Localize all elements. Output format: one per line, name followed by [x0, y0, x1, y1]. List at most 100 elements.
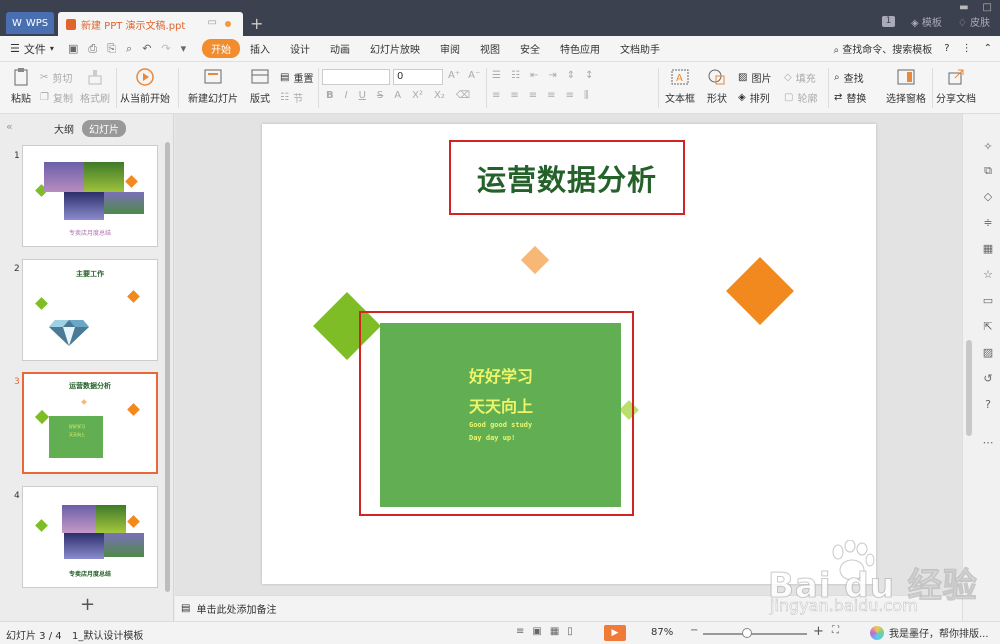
- paste-button[interactable]: 粘贴: [6, 68, 36, 105]
- wps-home-tab[interactable]: W WPS: [6, 12, 54, 34]
- layout-button[interactable]: 版式: [246, 68, 274, 105]
- align-center-icon[interactable]: ≡: [510, 90, 518, 101]
- reading-view-icon[interactable]: ▯: [567, 626, 573, 637]
- cut-button[interactable]: ✂ 剪切: [40, 70, 72, 85]
- copy-button[interactable]: ❐ 复制: [40, 90, 73, 105]
- more-dots-icon[interactable]: ⋯: [981, 436, 995, 450]
- menu-tab-security[interactable]: 安全: [510, 41, 550, 56]
- replace-button[interactable]: ⇄ 替换: [834, 90, 866, 105]
- column-icon[interactable]: ⫼: [584, 90, 589, 101]
- zoom-level[interactable]: 87%: [651, 627, 673, 638]
- numbered-list-icon[interactable]: ☷: [511, 70, 520, 81]
- picture-button[interactable]: ▨ 图片: [738, 70, 771, 85]
- outline-button[interactable]: ▢ 轮廓: [784, 90, 817, 105]
- slide-thumbnail-3[interactable]: 运营数据分析 好好学习 天天向上: [22, 372, 158, 474]
- copy-layer-icon[interactable]: ⧉: [981, 164, 995, 178]
- decrease-font-icon[interactable]: A⁻: [468, 70, 480, 81]
- command-search[interactable]: ⌕ 查找命令、搜索模板: [834, 41, 933, 56]
- star-icon[interactable]: ☆: [981, 268, 995, 282]
- superscript-icon[interactable]: X²: [412, 90, 423, 101]
- maximize-button[interactable]: □: [983, 2, 992, 13]
- font-name-field[interactable]: [322, 69, 390, 85]
- fit-window-icon[interactable]: ⛶: [832, 625, 839, 636]
- zoom-slider[interactable]: [703, 633, 807, 635]
- increase-font-icon[interactable]: A⁺: [448, 70, 460, 81]
- new-slide-button[interactable]: 新建幻灯片: [186, 68, 240, 105]
- help-icon[interactable]: ?: [944, 43, 949, 54]
- selection-pane-button[interactable]: 选择窗格: [884, 68, 928, 105]
- notes-toggle-icon[interactable]: ≡: [516, 626, 524, 637]
- menu-tab-design[interactable]: 设计: [280, 41, 320, 56]
- collapse-panel-icon[interactable]: «: [6, 120, 13, 133]
- template-name[interactable]: 1_默认设计模板: [72, 627, 143, 642]
- format-painter-button[interactable]: 格式刷: [78, 68, 112, 105]
- minimize-button[interactable]: ▬: [959, 2, 968, 13]
- zoom-out-button[interactable]: −: [690, 625, 698, 636]
- magic-icon[interactable]: ✧: [981, 140, 995, 154]
- italic-icon[interactable]: I: [345, 90, 348, 101]
- skin-button[interactable]: ♢ 皮肤: [958, 14, 990, 29]
- share-doc-button[interactable]: 分享文档: [934, 68, 978, 105]
- slides-tab[interactable]: 幻灯片: [82, 120, 126, 137]
- menu-tab-special[interactable]: 特色应用: [550, 41, 610, 56]
- font-size-field[interactable]: 0: [393, 69, 443, 85]
- section-button[interactable]: ☷ 节: [280, 90, 303, 105]
- customize-icon[interactable]: ▾: [181, 42, 187, 56]
- increase-indent-icon[interactable]: ⇥: [548, 70, 556, 81]
- adjust-icon[interactable]: ≑: [981, 216, 995, 230]
- slide-thumbnail-4[interactable]: 专卖店月度总结: [22, 486, 158, 588]
- add-slide-button[interactable]: +: [80, 594, 95, 615]
- zoom-in-button[interactable]: +: [813, 624, 824, 639]
- slide-thumbnail-2[interactable]: 主要工作: [22, 259, 158, 361]
- share-out-icon[interactable]: ⇱: [981, 320, 995, 334]
- distribute-icon[interactable]: ≡: [566, 90, 574, 101]
- template-button[interactable]: ◈ 模板: [911, 14, 942, 29]
- fill-button[interactable]: ◇ 填充: [784, 70, 816, 85]
- slides-layout-icon[interactable]: ▦: [981, 242, 995, 256]
- line-spacing-icon[interactable]: ↕: [585, 70, 593, 81]
- redo-icon[interactable]: ↷: [161, 42, 170, 56]
- align-left-icon[interactable]: ≡: [492, 90, 500, 101]
- sorter-view-icon[interactable]: ▦: [550, 626, 559, 637]
- zoom-slider-knob[interactable]: [742, 628, 752, 638]
- decrease-indent-icon[interactable]: ⇤: [530, 70, 538, 81]
- assistant-button[interactable]: 我是墨仔，帮你排版...: [870, 625, 989, 640]
- menu-tab-animation[interactable]: 动画: [320, 41, 360, 56]
- reset-button[interactable]: ▤ 重置: [280, 70, 313, 85]
- bullet-list-icon[interactable]: ☰: [492, 70, 501, 81]
- subscript-icon[interactable]: X₂: [434, 90, 445, 101]
- text-direction-icon[interactable]: ⇕: [567, 70, 575, 81]
- undo-icon[interactable]: ↶: [142, 42, 151, 56]
- bold-icon[interactable]: B: [326, 90, 334, 101]
- menu-tab-home[interactable]: 开始: [202, 39, 240, 58]
- outline-tab[interactable]: 大纲: [54, 121, 74, 136]
- vertical-scrollbar[interactable]: [963, 114, 975, 584]
- document-tab[interactable]: 新建 PPT 演示文稿.ppt ▭: [58, 12, 243, 36]
- slide-title-box[interactable]: 运营数据分析: [449, 140, 685, 215]
- play-from-current-button[interactable]: 从当前开始: [120, 68, 170, 105]
- print-preview-icon[interactable]: ⌕: [126, 42, 132, 56]
- more-icon[interactable]: ⋮: [962, 43, 972, 54]
- monitor-icon[interactable]: ▭: [208, 17, 217, 28]
- menu-tab-view[interactable]: 视图: [470, 41, 510, 56]
- align-right-icon[interactable]: ≡: [529, 90, 537, 101]
- clear-format-icon[interactable]: ⌫: [456, 90, 470, 101]
- thumbnail-scrollbar[interactable]: [165, 142, 170, 592]
- collapse-ribbon-icon[interactable]: ⌃: [984, 43, 992, 54]
- shapes-icon[interactable]: ◇: [981, 190, 995, 204]
- slide-thumbnail-1[interactable]: 专卖店月度总结: [22, 145, 158, 247]
- notification-badge[interactable]: 1: [881, 16, 895, 27]
- menu-tab-doc-assistant[interactable]: 文档助手: [610, 41, 670, 56]
- strikethrough-icon[interactable]: S: [377, 90, 383, 101]
- scrollbar-thumb[interactable]: [966, 340, 972, 436]
- justify-icon[interactable]: ≡: [547, 90, 555, 101]
- current-slide[interactable]: 运营数据分析 好好学习 天天向上 Good good study Day day…: [262, 124, 876, 584]
- play-slideshow-button[interactable]: ▶: [604, 625, 626, 641]
- export-pdf-icon[interactable]: ⎙: [88, 42, 97, 56]
- archive-icon[interactable]: ▭: [981, 294, 995, 308]
- peach-diamond[interactable]: [520, 245, 550, 275]
- shape-button[interactable]: 形状: [702, 68, 732, 105]
- textbox-button[interactable]: A 文本框: [662, 68, 698, 105]
- menu-tab-slideshow[interactable]: 幻灯片放映: [360, 41, 430, 56]
- help-circle-icon[interactable]: ?: [981, 398, 995, 412]
